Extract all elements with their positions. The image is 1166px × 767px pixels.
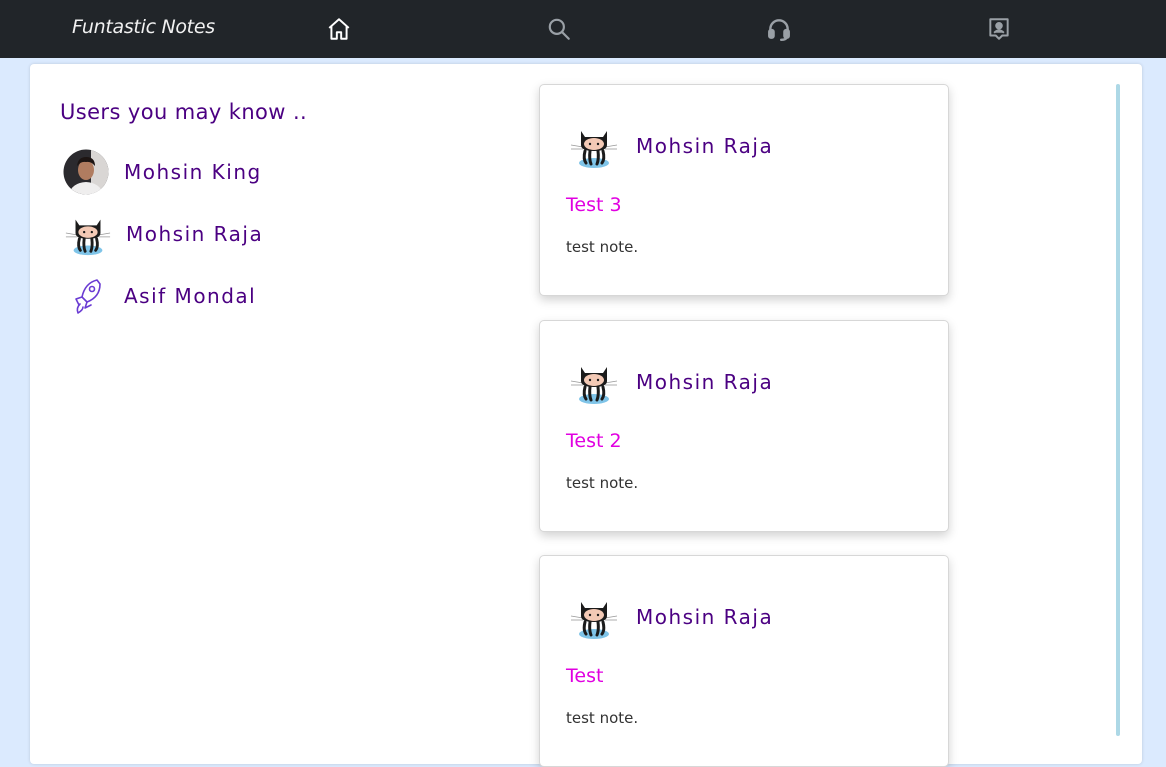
note-author[interactable]: Mohsin Raja [636,605,773,629]
home-icon[interactable] [325,15,353,43]
brand-logo[interactable]: Funtastic Notes [72,16,215,38]
user-item-asif-mondal[interactable]: Asif Mondal [62,272,322,320]
contact-icon[interactable] [985,15,1013,43]
user-item-mohsin-king[interactable]: Mohsin King [62,148,322,196]
note-title: Test 3 [566,194,622,216]
note-body: test note. [566,709,639,727]
note-author-row: Mohsin Raja [568,123,773,169]
photo-avatar [62,148,110,196]
search-icon[interactable] [545,15,573,43]
note-author-row: Mohsin Raja [568,359,773,405]
octocat-avatar [570,367,618,404]
note-author[interactable]: Mohsin Raja [636,370,773,394]
note-body: test note. [566,238,639,256]
navbar: Funtastic Notes [0,0,1166,58]
user-item-mohsin-raja[interactable]: Mohsin Raja [62,210,322,258]
users-section-title: Users you may know .. [60,100,308,124]
octocat-avatar [570,131,618,168]
note-title: Test 2 [566,430,622,452]
scrollbar[interactable] [1116,84,1120,736]
note-card[interactable]: Mohsin Raja Test 3 test note. [539,84,949,296]
headset-icon[interactable] [765,15,793,43]
note-title: Test [566,665,604,687]
octocat-avatar [64,210,112,258]
note-card[interactable]: Mohsin Raja Test 2 test note. [539,320,949,532]
rocket-avatar [62,272,110,320]
user-name: Mohsin Raja [126,222,264,246]
user-name: Mohsin King [124,160,262,184]
note-card[interactable]: Mohsin Raja Test test note. [539,555,949,767]
note-body: test note. [566,474,639,492]
user-name: Asif Mondal [124,284,257,308]
note-author[interactable]: Mohsin Raja [636,134,773,158]
octocat-avatar [570,602,618,639]
note-author-row: Mohsin Raja [568,594,773,640]
